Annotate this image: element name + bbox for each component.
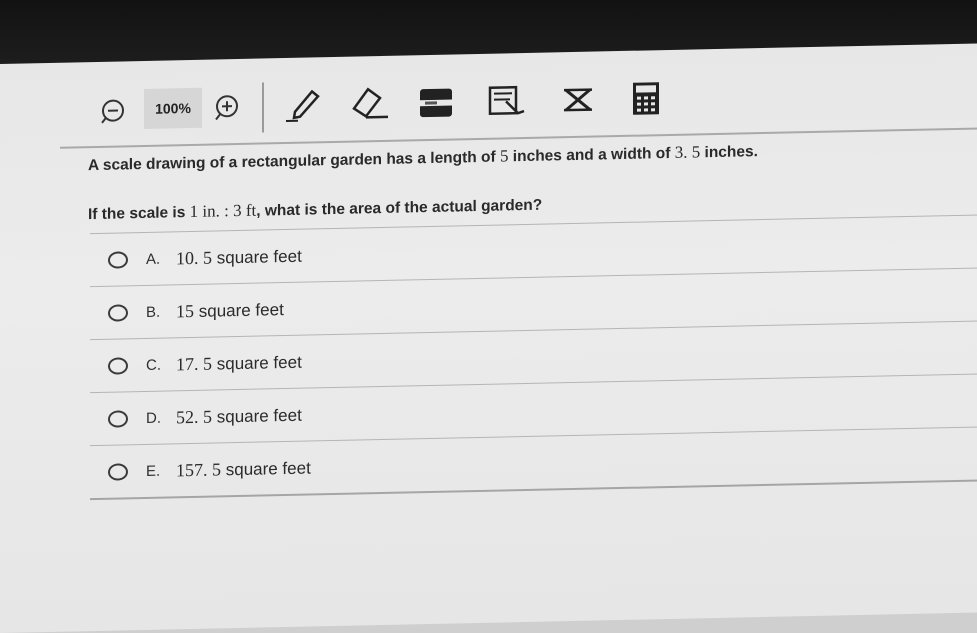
option-unit: square feet [216, 246, 302, 267]
option-unit: square feet [216, 352, 302, 373]
radio-button[interactable] [108, 462, 128, 481]
question-text: , what is the area of the actual garden? [256, 196, 543, 220]
pencil-tool-button[interactable] [282, 85, 326, 126]
question-line-1: A scale drawing of a rectangular garden … [88, 142, 758, 175]
zoom-in-icon [215, 95, 238, 121]
option-letter: D. [146, 409, 161, 427]
option-letter: B. [146, 303, 161, 321]
calculator-button[interactable] [624, 78, 668, 119]
radio-button[interactable] [108, 250, 128, 269]
scale-value: 1 in. : 3 ft [189, 200, 257, 222]
zoom-out-button[interactable] [98, 95, 128, 126]
radio-button[interactable] [108, 409, 128, 428]
option-text: 157. 5 square feet [176, 457, 311, 481]
option-letter: A. [146, 250, 161, 268]
answer-masking-icon [488, 85, 525, 116]
option-letter: C. [146, 356, 161, 374]
calculator-icon [633, 82, 659, 115]
question-text: If the scale is [88, 204, 190, 224]
radio-button[interactable] [108, 303, 128, 322]
option-number: 52. 5 [176, 406, 212, 427]
option-unit: square feet [198, 299, 284, 321]
cross-off-button[interactable] [556, 79, 600, 120]
width-value: 3. 5 [674, 142, 701, 162]
question-text: inches and a width of [508, 144, 675, 166]
option-text: 52. 5 square feet [176, 404, 302, 428]
line-reader-icon [420, 88, 452, 118]
toolbar: 100% [0, 58, 977, 149]
pencil-icon [286, 89, 320, 123]
option-number: 17. 5 [176, 353, 212, 374]
eraser-icon [352, 87, 388, 119]
radio-button[interactable] [108, 356, 128, 375]
question-text: inches. [700, 143, 758, 162]
option-number: 10. 5 [176, 247, 212, 268]
cross-off-icon [564, 88, 592, 112]
toolbar-divider [262, 82, 264, 133]
eraser-tool-button[interactable] [348, 84, 392, 125]
option-number: 15 [176, 300, 194, 321]
option-text: 10. 5 square feet [176, 245, 302, 269]
answer-masking-button[interactable] [484, 81, 528, 122]
option-unit: square feet [225, 457, 311, 479]
length-value: 5 [500, 146, 509, 166]
zoom-level: 100% [144, 87, 202, 129]
zoom-in-button[interactable] [212, 93, 242, 124]
option-text: 15 square feet [176, 299, 284, 322]
line-reader-button[interactable] [414, 82, 458, 123]
option-unit: square feet [216, 405, 302, 426]
question-stem: A scale drawing of a rectangular garden … [88, 136, 968, 226]
answer-choices: A. 10. 5 square feet B. 15 square feet C… [90, 214, 977, 501]
option-letter: E. [146, 462, 161, 480]
option-text: 17. 5 square feet [176, 351, 302, 375]
question-text: A scale drawing of a rectangular garden … [88, 148, 500, 175]
option-number: 157. 5 [176, 458, 221, 480]
test-screen: 100% A scale drawing of a rectangular ga… [0, 43, 977, 633]
zoom-out-icon [101, 99, 124, 124]
